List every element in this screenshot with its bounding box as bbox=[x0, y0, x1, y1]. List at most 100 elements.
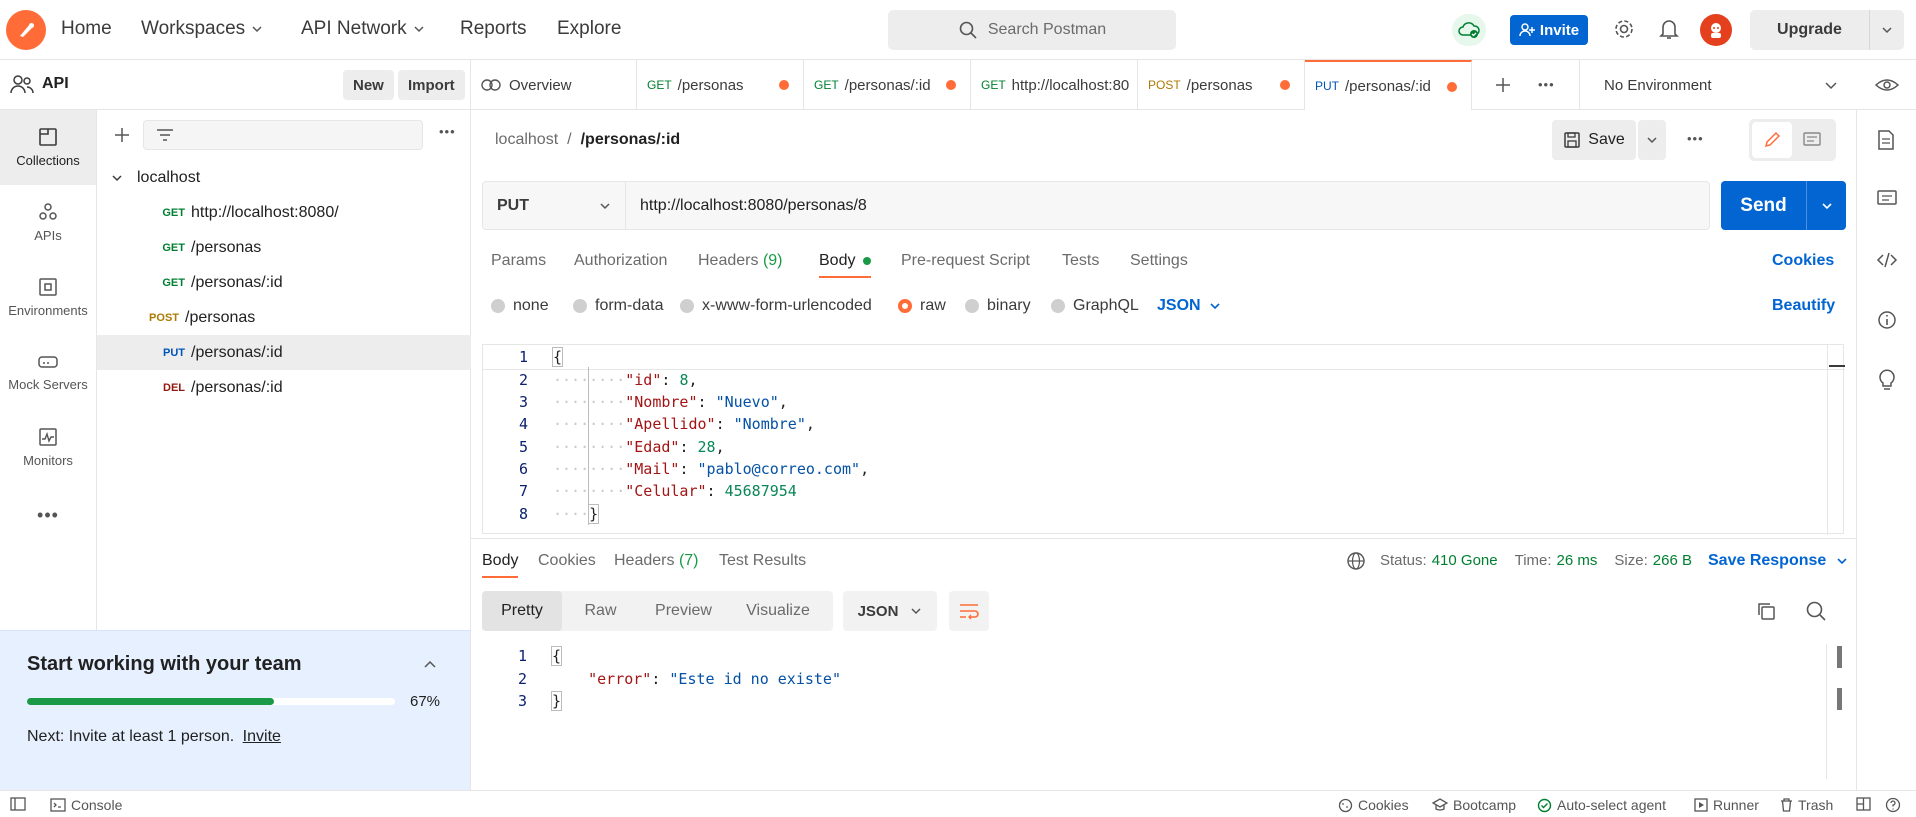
help-icon[interactable] bbox=[1885, 797, 1901, 813]
console-button[interactable]: Console bbox=[50, 797, 122, 813]
avatar[interactable] bbox=[1700, 14, 1732, 46]
response-format-select[interactable]: JSON bbox=[843, 591, 937, 631]
send-button[interactable]: Send bbox=[1721, 181, 1846, 230]
edit-toggle[interactable] bbox=[1752, 122, 1792, 158]
tree-item[interactable]: GET http://localhost:8080/ bbox=[97, 195, 471, 230]
nav-reports[interactable]: Reports bbox=[460, 18, 527, 40]
status-badge[interactable]: 410 Gone bbox=[1432, 552, 1498, 569]
gear-icon[interactable] bbox=[1613, 18, 1635, 40]
time-value[interactable]: 26 ms bbox=[1557, 552, 1598, 569]
view-preview[interactable]: Preview bbox=[639, 591, 728, 631]
globe-icon[interactable] bbox=[1346, 551, 1366, 571]
body-type-none[interactable]: none bbox=[491, 297, 549, 315]
new-button[interactable]: New bbox=[343, 70, 394, 100]
tree-item[interactable]: GET/personas bbox=[97, 230, 471, 265]
request-name[interactable]: /personas/:id bbox=[581, 131, 681, 149]
auto-select-agent-button[interactable]: Auto-select agent bbox=[1537, 797, 1666, 813]
documentation-icon[interactable] bbox=[1877, 130, 1895, 150]
body-type-urlencoded[interactable]: x-www-form-urlencoded bbox=[680, 297, 872, 315]
plus-icon[interactable] bbox=[1495, 77, 1511, 93]
tree-item[interactable]: POST/personas bbox=[97, 300, 471, 335]
response-tab-body[interactable]: Body bbox=[482, 552, 518, 570]
nav-api-network[interactable]: API Network bbox=[301, 18, 425, 40]
editor-scrollbar-track[interactable] bbox=[1827, 345, 1828, 535]
tree-item[interactable]: GET/personas/:id bbox=[97, 265, 471, 300]
more-icon[interactable]: ••• bbox=[0, 485, 96, 545]
response-scrollbar-thumb[interactable] bbox=[1837, 646, 1842, 668]
tab-headers[interactable]: Headers (9) bbox=[698, 252, 783, 270]
environment-select[interactable]: No Environment bbox=[1579, 60, 1856, 110]
more-icon[interactable]: ••• bbox=[439, 124, 456, 139]
import-button[interactable]: Import bbox=[398, 70, 465, 100]
plus-icon[interactable] bbox=[114, 127, 130, 143]
tab-request[interactable]: POST/personas bbox=[1138, 60, 1305, 110]
response-body[interactable]: 1 2 3 { "error": "Este id no existe" } bbox=[482, 644, 1844, 779]
chevron-up-icon[interactable] bbox=[423, 659, 437, 671]
sidebar-item-mock-servers[interactable]: Mock Servers bbox=[0, 335, 96, 410]
cookies-link[interactable]: Cookies bbox=[1772, 252, 1834, 270]
search-bar[interactable]: Search Postman bbox=[888, 10, 1176, 50]
tab-settings[interactable]: Settings bbox=[1130, 252, 1188, 270]
layout-icon[interactable] bbox=[1856, 797, 1871, 811]
save-options-button[interactable] bbox=[1638, 120, 1666, 160]
filter-input[interactable] bbox=[143, 120, 423, 150]
body-type-raw[interactable]: raw bbox=[898, 297, 946, 315]
nav-workspaces[interactable]: Workspaces bbox=[141, 18, 263, 40]
tab-overview[interactable]: Overview bbox=[471, 60, 637, 110]
save-response-button[interactable]: Save Response bbox=[1708, 552, 1848, 570]
tab-body[interactable]: Body bbox=[819, 252, 871, 270]
postman-logo[interactable] bbox=[6, 10, 46, 50]
size-value[interactable]: 266 B bbox=[1653, 552, 1692, 569]
tab-request[interactable]: GET/personas/:id bbox=[804, 60, 971, 110]
nav-home[interactable]: Home bbox=[61, 18, 112, 40]
cookies-button[interactable]: Cookies bbox=[1338, 797, 1409, 813]
bootcamp-button[interactable]: Bootcamp bbox=[1432, 797, 1516, 813]
bell-icon[interactable] bbox=[1659, 18, 1679, 40]
body-type-form-data[interactable]: form-data bbox=[573, 297, 663, 315]
tab-tests[interactable]: Tests bbox=[1062, 252, 1099, 270]
chevron-down-icon[interactable] bbox=[1806, 181, 1846, 230]
comment-toggle[interactable] bbox=[1792, 122, 1832, 158]
code-icon[interactable] bbox=[1876, 251, 1898, 269]
more-icon[interactable]: ••• bbox=[1538, 77, 1555, 92]
tree-item[interactable]: PUT/personas/:id bbox=[97, 335, 471, 370]
tab-request[interactable]: GET http://localhost:80 bbox=[971, 60, 1138, 110]
collection-localhost[interactable]: localhost bbox=[97, 160, 471, 195]
response-tab-headers[interactable]: Headers (7) bbox=[614, 552, 699, 570]
runner-button[interactable]: Runner bbox=[1694, 797, 1759, 813]
sidebar-item-collections[interactable]: Collections bbox=[0, 110, 96, 185]
view-raw[interactable]: Raw bbox=[562, 591, 639, 631]
tab-request[interactable]: GET/personas bbox=[637, 60, 804, 110]
sidebar-toggle-icon[interactable] bbox=[10, 797, 26, 811]
tab-prerequest[interactable]: Pre-request Script bbox=[901, 252, 1030, 270]
eye-icon[interactable] bbox=[1875, 75, 1899, 95]
copy-icon[interactable] bbox=[1756, 601, 1776, 621]
chevron-down-icon[interactable] bbox=[1870, 24, 1904, 36]
nav-explore[interactable]: Explore bbox=[557, 18, 621, 40]
team-invite-link[interactable]: Invite bbox=[243, 728, 281, 745]
wrap-lines-button[interactable] bbox=[949, 591, 989, 631]
search-icon[interactable] bbox=[1805, 600, 1827, 622]
tab-authorization[interactable]: Authorization bbox=[574, 252, 667, 270]
trash-button[interactable]: Trash bbox=[1780, 797, 1833, 813]
view-visualize[interactable]: Visualize bbox=[728, 591, 828, 631]
breadcrumb-root[interactable]: localhost bbox=[495, 131, 558, 149]
comment-icon[interactable] bbox=[1877, 190, 1897, 208]
more-icon[interactable]: ••• bbox=[1687, 131, 1704, 146]
save-button[interactable]: Save bbox=[1552, 120, 1636, 160]
body-type-graphql[interactable]: GraphQL bbox=[1051, 297, 1139, 315]
url-input[interactable]: http://localhost:8080/personas/8 bbox=[626, 197, 867, 215]
tree-item[interactable]: DEL/personas/:id bbox=[97, 370, 471, 405]
lightbulb-icon[interactable] bbox=[1877, 368, 1897, 390]
beautify-link[interactable]: Beautify bbox=[1772, 297, 1835, 315]
sidebar-item-apis[interactable]: APIs bbox=[0, 185, 96, 260]
sidebar-item-environments[interactable]: Environments bbox=[0, 260, 96, 335]
method-select[interactable]: PUT bbox=[483, 182, 626, 229]
sync-status-icon[interactable] bbox=[1452, 14, 1486, 46]
upgrade-button[interactable]: Upgrade bbox=[1750, 10, 1904, 50]
tab-params[interactable]: Params bbox=[491, 252, 546, 270]
invite-button[interactable]: Invite bbox=[1510, 15, 1588, 45]
body-type-binary[interactable]: binary bbox=[965, 297, 1031, 315]
sidebar-item-monitors[interactable]: Monitors bbox=[0, 410, 96, 485]
info-icon[interactable] bbox=[1877, 310, 1897, 330]
